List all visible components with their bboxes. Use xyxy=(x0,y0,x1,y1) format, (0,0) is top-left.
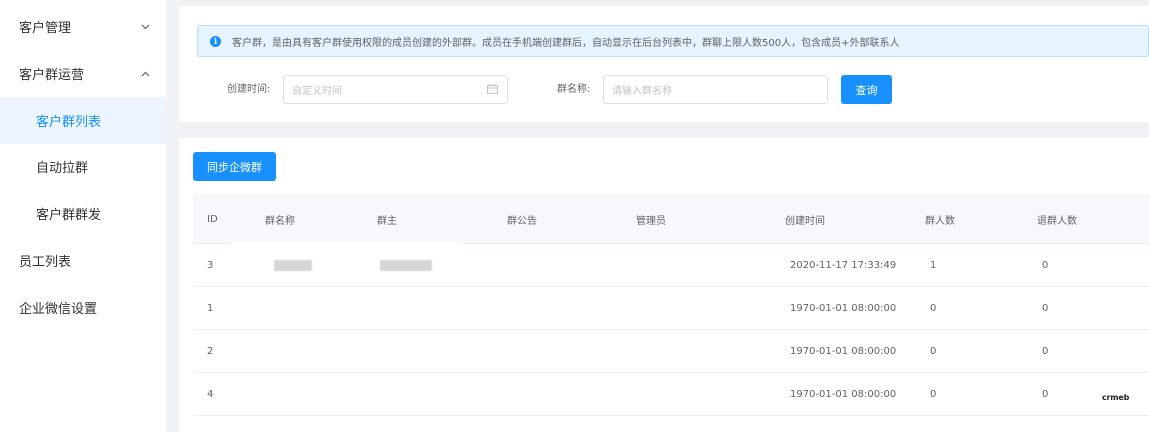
cell-quit-count: 0 xyxy=(1042,260,1049,271)
group-name-label: 群名称: xyxy=(557,84,591,95)
cell-quit-count: 0 xyxy=(1042,389,1049,400)
cell-created-time: 1970-01-01 08:00:00 xyxy=(790,346,897,357)
group-name-placeholder: 请输入群名称 xyxy=(612,86,672,97)
col-header-owner: 群主 xyxy=(377,215,397,227)
sidebar-item-group-broadcast[interactable]: 客户群群发 xyxy=(0,190,166,237)
cell-quit-count: 0 xyxy=(1042,303,1049,314)
created-time-placeholder: 自定义时间 xyxy=(292,86,342,97)
table-row[interactable]: 4 1970-01-01 08:00:00 0 0 xyxy=(193,373,1149,416)
sidebar-item-group-operations[interactable]: 客户群运营 xyxy=(0,50,166,97)
sidebar-item-group-list[interactable]: 客户群列表 xyxy=(0,97,166,144)
cell-id: 1 xyxy=(207,303,214,314)
sidebar-item-customer-management[interactable]: 客户管理 xyxy=(0,3,166,50)
cell-id: 4 xyxy=(207,389,214,400)
created-time-label: 创建时间: xyxy=(227,84,271,95)
created-time-picker[interactable]: 自定义时间 xyxy=(283,75,508,104)
cell-created-time: 2020-11-17 17:33:49 xyxy=(790,260,897,271)
sidebar-item-label: 客户群运营 xyxy=(19,68,85,83)
table-row[interactable]: 1 1970-01-01 08:00:00 0 0 xyxy=(193,287,1149,330)
sidebar-item-label: 客户群群发 xyxy=(36,208,102,223)
sidebar-item-label: 自动拉群 xyxy=(36,161,89,176)
col-header-group-name: 群名称 xyxy=(265,215,295,227)
query-button[interactable]: 查询 xyxy=(841,75,892,104)
table-row[interactable]: 3 2020-11-17 17:33:49 1 0 xyxy=(193,244,1149,287)
blurred-group-name xyxy=(274,260,312,271)
sidebar-item-label: 客户管理 xyxy=(19,21,72,36)
cell-member-count: 0 xyxy=(930,346,937,357)
blurred-owner xyxy=(380,260,432,271)
info-icon: i xyxy=(210,35,221,47)
info-alert: i 客户群，是由具有客户群使用权限的成员创建的外部群。成员在手机端创建群后，自动… xyxy=(197,25,1149,57)
sidebar-item-label: 员工列表 xyxy=(19,255,72,270)
col-header-id: ID xyxy=(207,213,218,225)
sync-button-label: 同步企微群 xyxy=(207,160,262,174)
query-button-label: 查询 xyxy=(855,83,878,97)
sidebar-item-label: 客户群列表 xyxy=(36,115,102,130)
cell-quit-count: 0 xyxy=(1042,346,1049,357)
group-name-input[interactable]: 请输入群名称 xyxy=(603,75,828,104)
calendar-icon xyxy=(487,84,498,94)
cell-id: 3 xyxy=(207,260,214,271)
sidebar-item-auto-group[interactable]: 自动拉群 xyxy=(0,143,166,190)
sync-wecom-groups-button[interactable]: 同步企微群 xyxy=(193,152,276,181)
sidebar-item-label: 企业微信设置 xyxy=(19,302,98,317)
sidebar-item-wecom-settings[interactable]: 企业微信设置 xyxy=(0,284,166,331)
col-header-admins: 管理员 xyxy=(636,215,666,227)
col-header-member-count: 群人数 xyxy=(925,215,955,227)
col-header-notice: 群公告 xyxy=(507,215,537,227)
table-row[interactable]: 2 1970-01-01 08:00:00 0 0 xyxy=(193,330,1149,373)
table-header: ID 群名称 群主 群公告 管理员 创建时间 群人数 退群人数 xyxy=(193,194,1149,244)
chevron-up-icon xyxy=(139,68,151,80)
cell-created-time: 1970-01-01 08:00:00 xyxy=(790,303,897,314)
sidebar-item-staff-list[interactable]: 员工列表 xyxy=(0,237,166,284)
table-card: 同步企微群 ID 群名称 群主 群公告 管理员 创建时间 群人数 退群人数 3 … xyxy=(179,138,1149,432)
cell-created-time: 1970-01-01 08:00:00 xyxy=(790,389,897,400)
cell-id: 2 xyxy=(207,346,214,357)
cell-member-count: 1 xyxy=(930,260,937,271)
col-header-quit-count: 退群人数 xyxy=(1037,215,1077,227)
alert-text: 客户群，是由具有客户群使用权限的成员创建的外部群。成员在手机端创建群后，自动显示… xyxy=(232,37,900,49)
sidebar: 客户管理 客户群运营 客户群列表 自动拉群 客户群群发 员工列表 企业微信设置 xyxy=(0,0,166,432)
filter-card: i 客户群，是由具有客户群使用权限的成员创建的外部群。成员在手机端创建群后，自动… xyxy=(179,6,1149,122)
app-root: 客户管理 客户群运营 客户群列表 自动拉群 客户群群发 员工列表 企业微信设置 xyxy=(0,0,1149,432)
crmeb-logo: crmeb xyxy=(1102,393,1130,402)
col-header-created-time: 创建时间 xyxy=(785,215,825,227)
chevron-down-icon xyxy=(139,21,151,33)
cell-member-count: 0 xyxy=(930,303,937,314)
cell-member-count: 0 xyxy=(930,389,937,400)
